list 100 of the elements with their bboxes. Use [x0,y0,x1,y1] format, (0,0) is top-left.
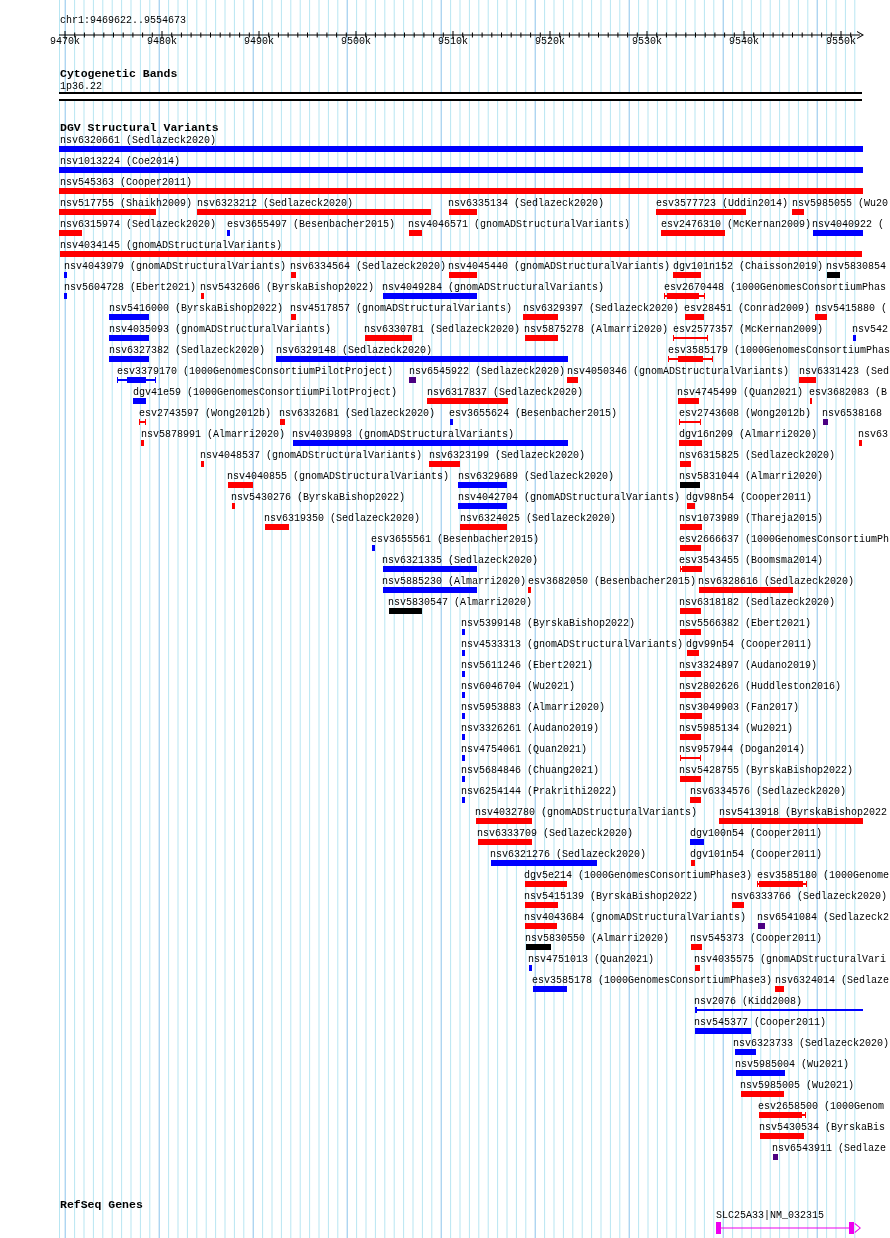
variant-bar[interactable] [758,923,765,929]
gene-model[interactable] [716,1222,861,1234]
variant-range[interactable] [139,419,146,425]
variant-bar[interactable] [680,776,701,782]
variant-bar[interactable] [526,944,551,950]
variant-bar[interactable] [656,209,746,215]
variant-bar[interactable] [449,272,477,278]
variant-bar[interactable] [293,440,568,446]
variant-bar[interactable] [823,419,828,425]
variant-bar[interactable] [460,524,507,530]
variant-bar[interactable] [775,986,784,992]
variant-bar[interactable] [799,377,816,383]
variant-bar[interactable] [449,209,477,215]
variant-bar[interactable] [232,503,235,509]
variant-bar[interactable] [462,692,465,698]
variant-bar[interactable] [59,146,863,152]
variant-range[interactable] [679,419,701,425]
variant-bar[interactable] [773,1154,778,1160]
variant-range[interactable] [673,335,708,341]
variant-bar[interactable] [64,272,67,278]
variant-bar[interactable] [265,524,289,530]
variant-bar[interactable] [291,314,296,320]
variant-bar[interactable] [197,209,431,215]
variant-bar[interactable] [450,419,453,425]
variant-bar[interactable] [680,629,701,635]
variant-bar[interactable] [462,629,465,635]
variant-bar[interactable] [695,1028,751,1034]
variant-bar[interactable] [687,650,699,656]
variant-bar[interactable] [525,881,567,887]
variant-bar[interactable] [760,1133,804,1139]
variant-bar[interactable] [525,335,558,341]
variant-bar[interactable] [687,503,695,509]
variant-bar[interactable] [491,860,597,866]
variant-bar[interactable] [680,734,701,740]
variant-bar[interactable] [291,272,296,278]
variant-bar[interactable] [792,209,804,215]
variant-bar[interactable] [383,587,477,593]
variant-bar[interactable] [141,440,144,446]
variant-bar[interactable] [409,377,416,383]
variant-bar[interactable] [695,965,700,971]
variant-bar[interactable] [680,461,691,467]
variant-range[interactable] [664,293,705,299]
variant-bar[interactable] [201,293,204,299]
variant-bar[interactable] [736,1070,785,1076]
variant-bar[interactable] [462,797,465,803]
variant-bar[interactable] [478,839,532,845]
variant-bar[interactable] [64,293,67,299]
variant-bar[interactable] [680,692,701,698]
variant-bar[interactable] [59,188,863,194]
variant-bar[interactable] [735,1049,756,1055]
variant-bar[interactable] [853,335,856,341]
variant-bar[interactable] [228,482,253,488]
variant-bar[interactable] [372,545,375,551]
variant-bar[interactable] [685,314,704,320]
variant-bar[interactable] [690,839,704,845]
variant-bar[interactable] [680,671,701,677]
variant-range[interactable] [680,566,702,572]
variant-bar[interactable] [679,440,702,446]
variant-bar[interactable] [815,314,827,320]
variant-bar[interactable] [133,398,146,404]
variant-bar[interactable] [680,713,702,719]
variant-bar[interactable] [227,230,230,236]
variant-bar[interactable] [528,587,531,593]
variant-bar[interactable] [680,608,701,614]
variant-range[interactable] [668,356,713,362]
variant-bar[interactable] [680,482,700,488]
variant-range[interactable] [757,881,807,887]
variant-bar[interactable] [691,944,702,950]
variant-bar[interactable] [529,965,532,971]
variant-bar[interactable] [827,272,840,278]
variant-bar[interactable] [525,902,558,908]
variant-bar[interactable] [661,230,725,236]
variant-bar[interactable] [383,293,477,299]
variant-bar[interactable] [109,314,149,320]
variant-bar[interactable] [567,377,578,383]
variant-bar[interactable] [462,650,465,656]
variant-bar[interactable] [429,461,460,467]
variant-bar[interactable] [476,818,532,824]
variant-bar[interactable] [525,923,557,929]
variant-bar[interactable] [383,566,477,572]
variant-bar[interactable] [60,251,862,257]
variant-bar[interactable] [462,713,465,719]
variant-bar[interactable] [201,461,204,467]
variant-bar[interactable] [59,167,863,173]
variant-bar[interactable] [741,1091,784,1097]
variant-bar[interactable] [458,503,507,509]
variant-bar[interactable] [699,587,793,593]
variant-bar[interactable] [462,671,465,677]
variant-bar[interactable] [365,335,412,341]
variant-line[interactable] [695,1007,863,1013]
variant-bar[interactable] [813,230,863,236]
variant-bar[interactable] [691,860,695,866]
variant-bar[interactable] [59,209,156,215]
variant-bar[interactable] [732,902,744,908]
variant-bar[interactable] [462,776,465,782]
variant-bar[interactable] [409,230,422,236]
variant-bar[interactable] [109,335,149,341]
variant-bar[interactable] [673,272,701,278]
variant-bar[interactable] [690,797,701,803]
variant-bar[interactable] [680,524,702,530]
